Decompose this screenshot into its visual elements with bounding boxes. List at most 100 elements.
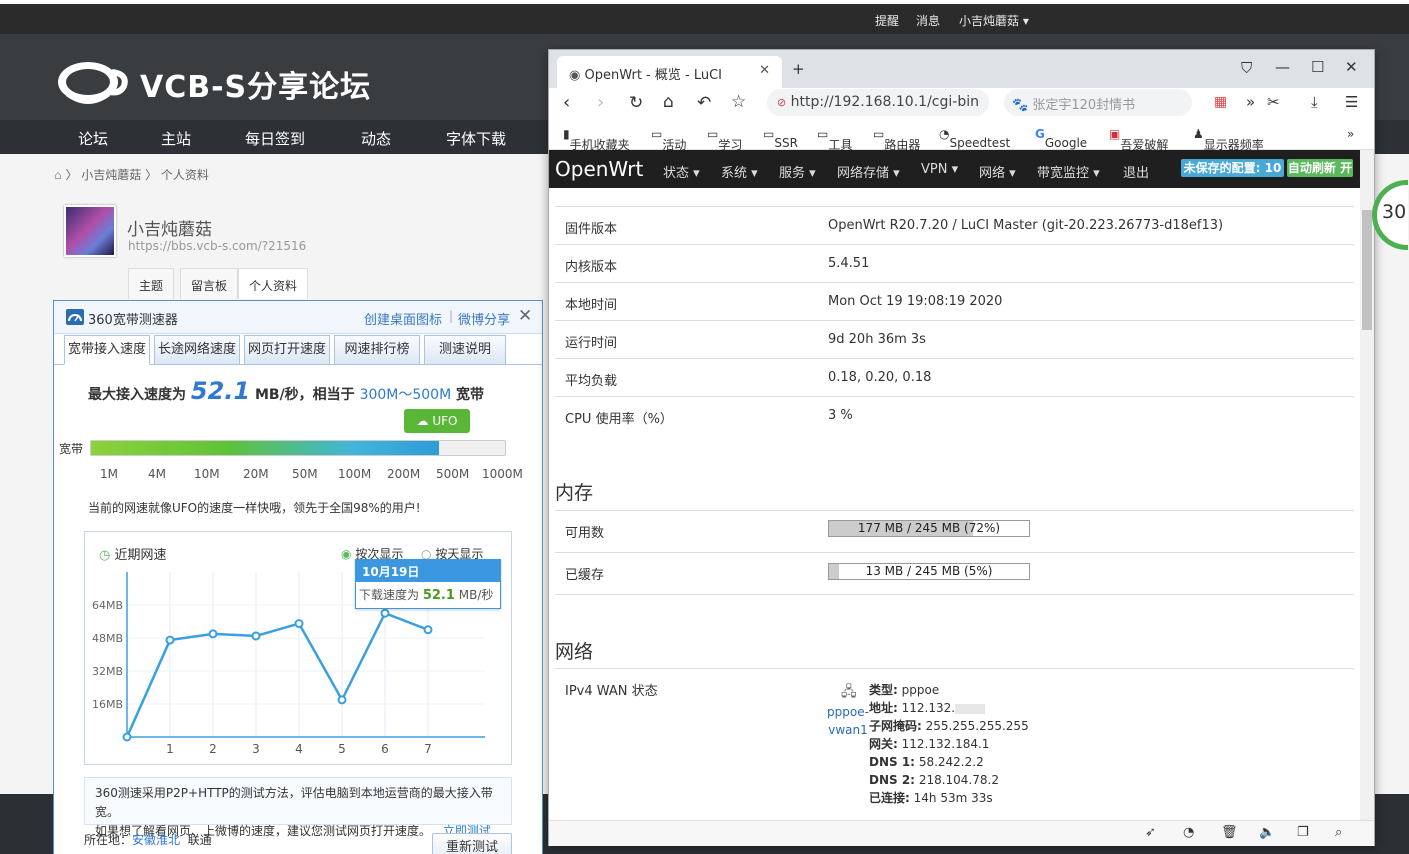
undo-icon[interactable]: ↶ [697, 93, 711, 113]
notify-link[interactable]: 提醒 [875, 12, 899, 29]
location-line: 所在地：安徽淮北 联通 [84, 831, 212, 848]
speed-icon[interactable]: ◔ [1183, 825, 1194, 840]
url-field[interactable]: ⊘ http://192.168.10.1/cgi-bin [767, 89, 989, 116]
bookmark-item[interactable]: ♟ 显示器频率 [1193, 127, 1264, 152]
tab-web-speed[interactable]: 网页打开速度 [244, 335, 330, 365]
nav-main[interactable]: 主站 [161, 128, 191, 149]
speed-prefix: 最大接入速度为 [88, 387, 186, 403]
avatar[interactable] [64, 205, 116, 257]
tab-ranking[interactable]: 网速排行榜 [334, 335, 420, 365]
download-icon[interactable]: ⤓ [1311, 93, 1318, 111]
menu-logout[interactable]: 退出 [1123, 162, 1149, 181]
scissors-icon[interactable]: ✂ [1267, 93, 1280, 111]
browser-window: ◉ OpenWrt - 概览 - LuCI ✕ + ⛉ — ☐ ✕ ‹ › ↻ … [548, 49, 1375, 846]
location-label: 所在地： [84, 833, 133, 847]
tab-close-icon[interactable]: ✕ [759, 63, 770, 78]
star-icon[interactable]: ☆ [731, 92, 746, 112]
back-icon[interactable]: ‹ [563, 92, 570, 113]
forward-icon[interactable]: › [597, 92, 604, 113]
browser-tab[interactable]: ◉ OpenWrt - 概览 - LuCI ✕ [557, 56, 782, 88]
menu-network[interactable]: 网络 ▾ [979, 162, 1016, 181]
tab-access-speed[interactable]: 宽带接入速度 [64, 335, 150, 365]
tab-topics[interactable]: 主题 [128, 268, 175, 299]
menu-vpn[interactable]: VPN ▾ [921, 162, 958, 177]
bookmark-item[interactable]: G Google [1035, 127, 1087, 150]
new-tab-icon[interactable]: + [792, 60, 805, 78]
menu-system[interactable]: 系统 ▾ [721, 162, 758, 181]
max-speed-line: 最大接入速度为 52.1 MB/秒，相当于 300M～500M 宽带 [88, 377, 484, 405]
shirt-icon[interactable]: ⛉ [1241, 59, 1252, 77]
breadcrumb-text[interactable]: 小吉炖蘑菇 〉 个人资料 [81, 168, 209, 182]
location-value[interactable]: 安徽淮北 [132, 833, 180, 847]
wan-value: pppoe [901, 683, 940, 697]
zoom-icon[interactable]: ⌕ [1335, 825, 1342, 840]
speed-bar-fill [91, 441, 439, 455]
create-shortcut-link[interactable]: 创建桌面图标 [364, 309, 442, 328]
volume-icon[interactable]: 🔈 [1259, 825, 1275, 840]
more-icon[interactable]: » [1246, 93, 1255, 111]
home-icon[interactable]: ⌂ [663, 92, 674, 112]
luci-brand[interactable]: OpenWrt [555, 157, 643, 181]
autorefresh-badge[interactable]: 自动刷新 开 [1287, 159, 1353, 177]
menu-status[interactable]: 状态 ▾ [663, 162, 700, 181]
menu-services[interactable]: 服务 ▾ [779, 162, 816, 181]
retest-button[interactable]: 重新测试 [432, 833, 512, 854]
logo-cup-icon [58, 62, 128, 104]
y-tick-label: 16MB [92, 698, 123, 711]
search-field[interactable]: 🐾 张定宇120封情书 [1004, 89, 1192, 116]
tooltip-value: 52.1 [422, 588, 455, 603]
page-viewport: OpenWrt 状态 ▾ 系统 ▾ 服务 ▾ 网络存储 ▾ VPN ▾ 网络 ▾… [549, 150, 1360, 820]
bookmark-item[interactable]: ▭ SSR [763, 127, 798, 150]
nav-forum[interactable]: 论坛 [78, 128, 108, 149]
breadcrumb: ⌂ 〉 小吉炖蘑菇 〉 个人资料 [54, 168, 209, 182]
rocket-icon[interactable]: ➶ [1145, 825, 1156, 840]
bookmark-item[interactable]: ▭ 路由器 [873, 127, 920, 152]
forum-logo-text[interactable]: VCB-S分享论坛 [140, 62, 371, 106]
menu-icon[interactable]: ☰ [1345, 93, 1358, 111]
apps-icon[interactable]: ▦ [1214, 94, 1227, 110]
messages-link[interactable]: 消息 [916, 12, 940, 29]
interface-link[interactable]: pppoe-vwan1 [825, 703, 871, 739]
wan-line: 已连接: 14h 53m 33s [869, 789, 1029, 807]
home-icon[interactable]: ⌂ [54, 168, 62, 182]
nav-feed[interactable]: 动态 [361, 128, 391, 149]
tab-longhaul-speed[interactable]: 长途网络速度 [154, 335, 240, 365]
row-divider [555, 594, 1354, 595]
bookmark-item[interactable]: ▮ 手机收藏夹 [563, 127, 630, 152]
wan-row: IPv4 WAN 状态 🖧 pppoe-vwan1 类型: pppoe 地址: … [555, 668, 1354, 818]
interface-name-2: vwan1 [828, 723, 868, 737]
tab-guestbook[interactable]: 留言板 [180, 268, 239, 299]
x-tick-label: 2 [209, 742, 217, 756]
bookmark-item[interactable]: ▭ 活动 [651, 127, 686, 152]
wan-key: DNS 1: [869, 755, 915, 769]
nav-checkin[interactable]: 每日签到 [245, 128, 305, 149]
window-close-icon[interactable]: ✕ [1345, 58, 1358, 76]
menu-bandwidth[interactable]: 带宽监控 ▾ [1037, 162, 1100, 181]
user-menu-link[interactable]: 小吉炖蘑菇 ▾ [959, 12, 1029, 29]
nav-fonts[interactable]: 字体下载 [446, 128, 506, 149]
tab-help[interactable]: 测速说明 [424, 335, 506, 365]
note-line-1: 360测速采用P2P+HTTP的测试方法，评估电脑到本地运营商的最大接入带宽。 [95, 786, 493, 819]
scrollbar-thumb[interactable] [1362, 210, 1372, 330]
window-icon[interactable]: ❐ [1297, 825, 1309, 840]
bookmark-item[interactable]: ▭ 工具 [817, 127, 852, 152]
weibo-share-link[interactable]: 微博分享 [458, 309, 510, 328]
bookmark-item[interactable]: ▣ 吾爱破解 [1109, 127, 1168, 152]
reload-icon[interactable]: ↻ [629, 93, 643, 113]
info-key: 平均负载 [565, 374, 618, 389]
clock-icon: ◷ [99, 548, 111, 563]
menu-nas[interactable]: 网络存储 ▾ [837, 162, 900, 181]
trash-icon[interactable]: 🗑 [1221, 825, 1238, 840]
close-icon[interactable]: ✕ [518, 306, 532, 326]
tick-label: 4M [148, 467, 166, 481]
bookmark-item[interactable]: ▭ 学习 [707, 127, 742, 152]
maximize-icon[interactable]: ☐ [1311, 58, 1324, 76]
bookmark-more[interactable]: » [1347, 127, 1354, 141]
data-point [380, 608, 390, 618]
minimize-icon[interactable]: — [1275, 58, 1290, 76]
unsaved-config-badge[interactable]: 未保存的配置: 10 [1181, 159, 1284, 177]
tab-profile[interactable]: 个人资料 [238, 268, 309, 299]
radio-checked-icon[interactable]: ◉ [341, 547, 351, 561]
y-tick-label: 64MB [92, 599, 123, 612]
bookmark-item[interactable]: ◔ Speedtest [939, 127, 1010, 150]
